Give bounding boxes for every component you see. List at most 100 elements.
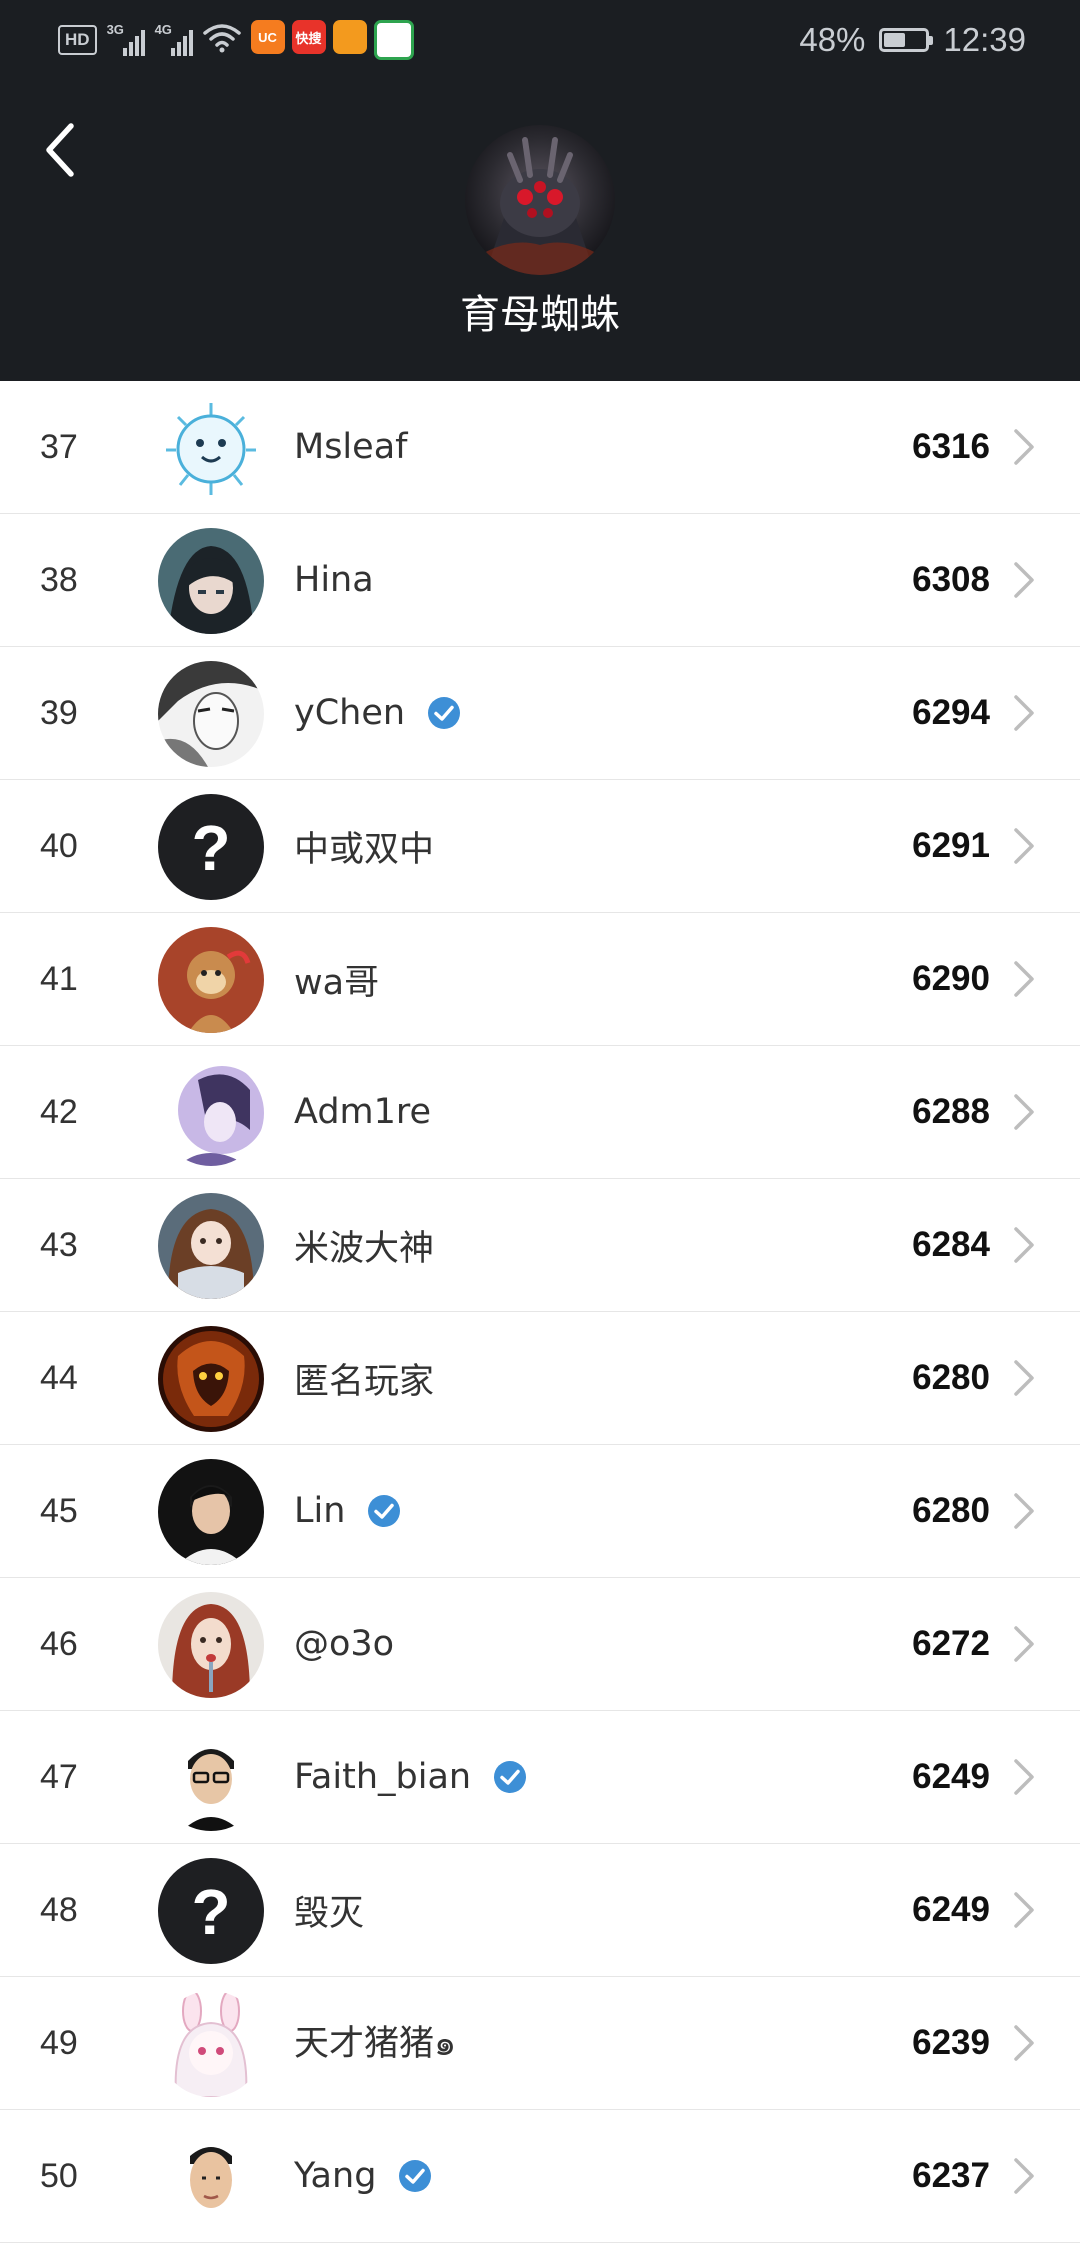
player-name: Hina (294, 560, 374, 600)
leaderboard-row[interactable]: 37 Msleaf 6316 (0, 381, 1080, 514)
player-score: 6249 (912, 1890, 990, 1929)
player-name-group: Yang (294, 2110, 432, 2242)
player-avatar (158, 395, 264, 501)
rank-number: 40 (40, 827, 78, 865)
player-name: Lin (294, 1491, 346, 1531)
leaderboard-row[interactable]: 47 Faith_bian 6249 (0, 1711, 1080, 1844)
player-score: 6280 (912, 1491, 990, 1530)
player-name: yChen (294, 693, 406, 733)
player-score: 6290 (912, 959, 990, 998)
leaderboard-row[interactable]: 49 天才猪猪๑ 6239 (0, 1977, 1080, 2110)
player-name: 中或双中 (294, 829, 435, 870)
leaderboard-row[interactable]: 42 Adm1re 6288 (0, 1046, 1080, 1179)
player-name-group: @o3o (294, 1578, 394, 1710)
player-score: 6237 (912, 2156, 990, 2195)
status-bar: HD 3G 4G UC 快搜 48% 12:39 (0, 0, 1080, 80)
player-name: Faith_bian (294, 1757, 472, 1797)
verified-icon (367, 1494, 401, 1528)
player-name: 天才猪猪๑ (294, 2024, 457, 2064)
player-avatar (158, 1725, 264, 1831)
player-score: 6239 (912, 2023, 990, 2062)
app3-icon (332, 20, 367, 54)
player-score: 6308 (912, 560, 990, 599)
leaderboard-row[interactable]: 46 @o3o 6272 (0, 1578, 1080, 1711)
hero-avatar (465, 125, 615, 275)
signal-4g-icon: 4G (154, 22, 193, 56)
battery-percent: 48% (799, 21, 866, 58)
player-avatar (158, 1592, 264, 1698)
leaderboard-row[interactable]: 45 Lin 6280 (0, 1445, 1080, 1578)
rank-number: 38 (40, 561, 78, 599)
leaderboard-row[interactable]: 48 ? 毁灭 6249 (0, 1844, 1080, 1977)
wifi-icon (202, 23, 241, 57)
player-name: 毁灭 (294, 1893, 365, 1934)
rank-number: 41 (40, 960, 78, 998)
leaderboard-row[interactable]: 39 yChen 6294 (0, 647, 1080, 780)
player-name: Msleaf (294, 427, 408, 467)
app4-icon (373, 20, 414, 60)
uc-browser-icon: UC (250, 20, 285, 54)
verified-icon (493, 1760, 527, 1794)
player-name-group: Lin (294, 1445, 401, 1577)
leaderboard-row[interactable]: 38 Hina 6308 (0, 514, 1080, 647)
player-name: Adm1re (294, 1092, 432, 1132)
rank-number: 46 (40, 1625, 78, 1663)
hero-name: 育母蜘蛛 (460, 292, 620, 338)
hero-header: HD 3G 4G UC 快搜 48% 12:39 育母蜘蛛 (0, 0, 1080, 381)
rank-number: 44 (40, 1359, 78, 1397)
player-name: 匿名玩家 (294, 1361, 435, 1402)
leaderboard-row[interactable]: 44 匿名玩家 6280 (0, 1312, 1080, 1445)
rank-number: 50 (40, 2157, 78, 2195)
battery-icon (879, 28, 934, 52)
rank-number: 48 (40, 1891, 78, 1929)
verified-icon (398, 2159, 432, 2193)
player-name-group: 毁灭 (294, 1844, 364, 1976)
player-name-group: 中或双中 (294, 780, 434, 912)
player-score: 6316 (912, 427, 990, 466)
player-name: wa哥 (294, 962, 380, 1003)
player-score: 6249 (912, 1757, 990, 1796)
back-button[interactable] (30, 115, 90, 185)
player-avatar (158, 1459, 264, 1565)
player-avatar (158, 1193, 264, 1299)
notification-app-icons: UC 快搜 (250, 20, 414, 60)
rank-number: 37 (40, 428, 78, 466)
leaderboard-row[interactable]: 50 Yang 6237 (0, 2110, 1080, 2243)
player-score: 6294 (912, 693, 990, 732)
player-avatar (158, 927, 264, 1033)
rank-number: 47 (40, 1758, 78, 1796)
leaderboard-row[interactable]: 40 ? 中或双中 6291 (0, 780, 1080, 913)
player-score: 6272 (912, 1624, 990, 1663)
rank-number: 43 (40, 1226, 78, 1264)
player-name: Yang (294, 2156, 377, 2196)
signal-3g-label: 3G (106, 22, 124, 37)
leaderboard-row[interactable]: 43 米波大神 6284 (0, 1179, 1080, 1312)
player-name-group: yChen (294, 647, 461, 779)
rank-number: 39 (40, 694, 78, 732)
player-name-group: 米波大神 (294, 1179, 434, 1311)
player-avatar (158, 528, 264, 634)
player-avatar: ? (158, 794, 264, 900)
status-right: 48% 12:39 (799, 18, 1026, 62)
kuaisou-icon: 快搜 (291, 20, 326, 54)
player-name: 米波大神 (294, 1228, 435, 1269)
player-score: 6291 (912, 826, 990, 865)
hd-indicator: HD (58, 25, 97, 55)
rank-number: 45 (40, 1492, 78, 1530)
chevron-left-icon (46, 123, 74, 177)
player-score: 6284 (912, 1225, 990, 1264)
signal-3g-icon: 3G (106, 22, 145, 56)
player-avatar (158, 661, 264, 767)
player-name: @o3o (294, 1624, 395, 1664)
signal-4g-label: 4G (154, 22, 172, 37)
rank-number: 42 (40, 1093, 78, 1131)
player-name-group: 天才猪猪๑ (294, 1977, 456, 2109)
player-name-group: 匿名玩家 (294, 1312, 434, 1444)
leaderboard-row[interactable]: 41 wa哥 6290 (0, 913, 1080, 1046)
player-avatar (158, 1060, 264, 1166)
status-left: HD 3G 4G UC 快搜 (58, 18, 414, 62)
player-avatar (158, 1326, 264, 1432)
leaderboard-list: 37 Msleaf 6316 38 Hina 6308 39 yChen 629… (0, 381, 1080, 2243)
player-avatar: ? (158, 1858, 264, 1964)
verified-icon (427, 696, 461, 730)
